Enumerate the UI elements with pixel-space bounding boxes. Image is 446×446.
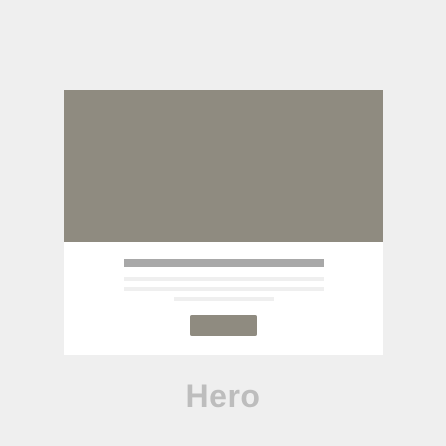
text-line-placeholder [124,287,324,291]
cta-button-placeholder [190,315,257,336]
layout-thumbnail[interactable]: Hero [0,0,446,446]
hero-image-placeholder [64,90,383,242]
text-line-placeholder [124,277,324,281]
hero-section-preview [64,90,383,355]
layout-caption: Hero [185,378,261,414]
heading-placeholder [124,259,324,267]
text-line-placeholder [174,297,274,301]
